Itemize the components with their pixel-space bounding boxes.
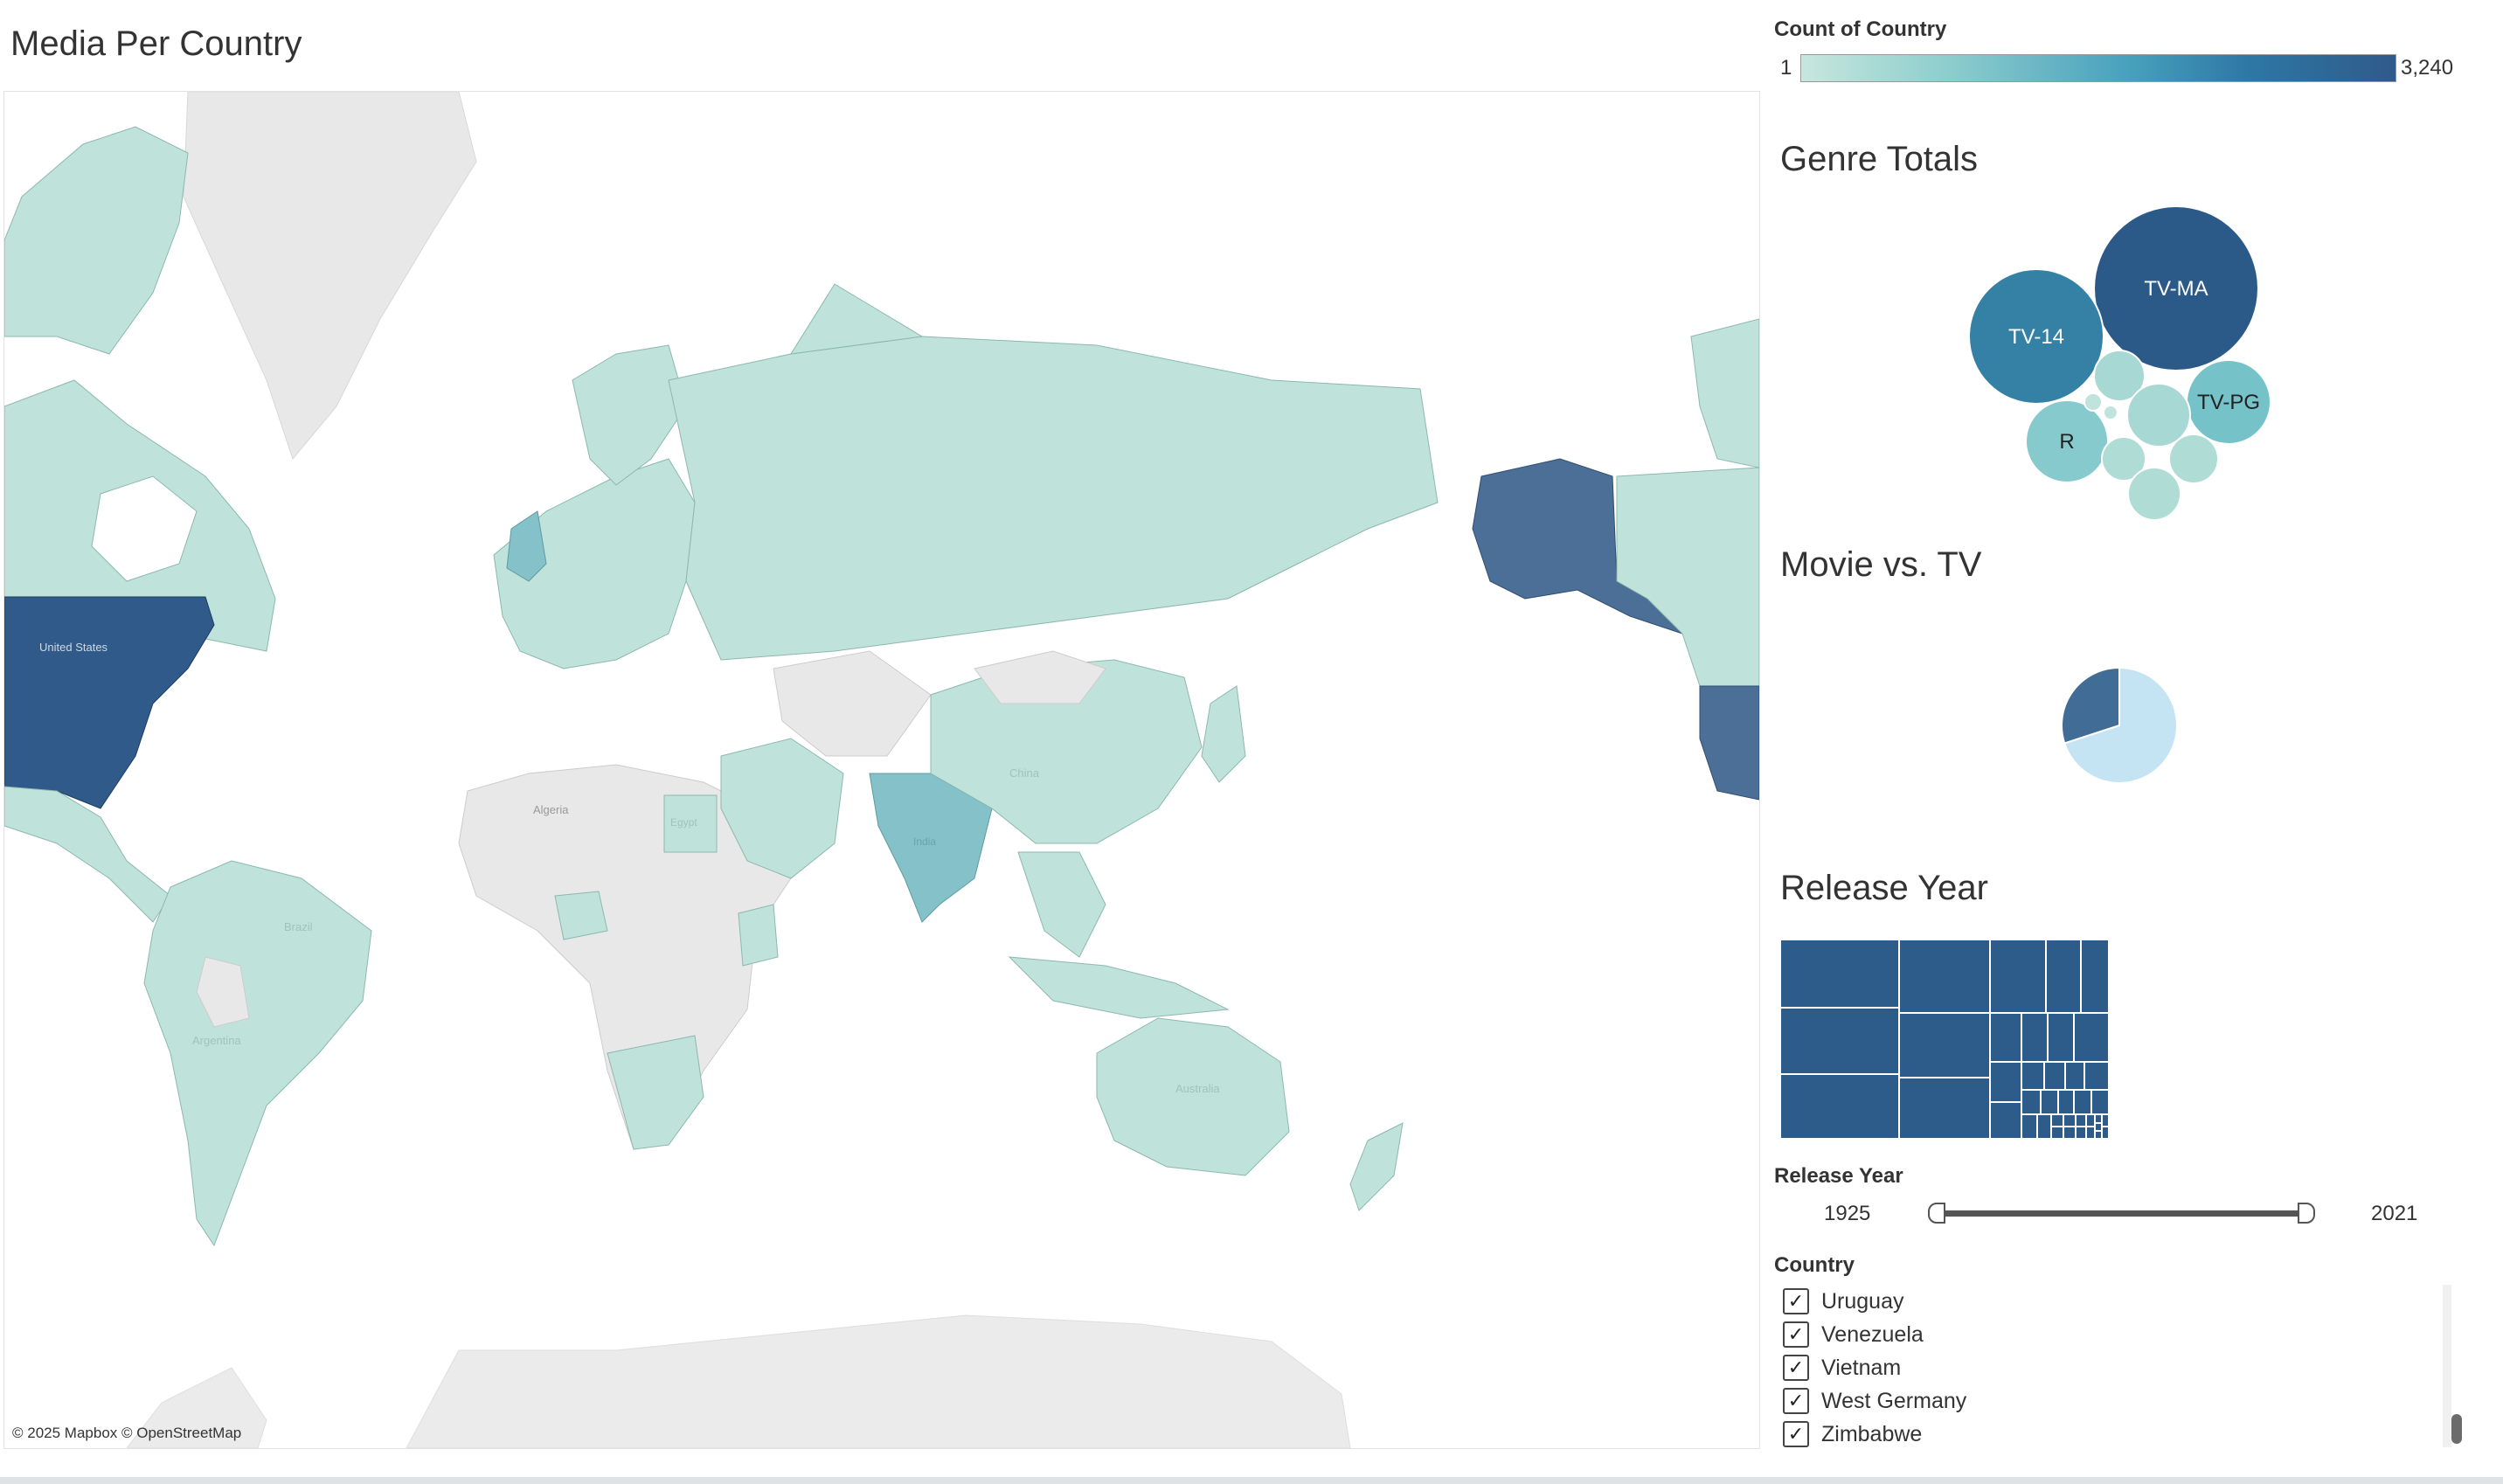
country-filter-label: West Germany	[1821, 1388, 1967, 1413]
genre-bubble-label: TV-14	[2008, 325, 2064, 349]
release-year-tile[interactable]	[2064, 1061, 2085, 1091]
country-filter-item[interactable]: ✓ Zimbabwe	[1783, 1418, 2447, 1451]
release-year-filter-label: Release Year	[1774, 1164, 1903, 1188]
release-year-min: 1925	[1824, 1202, 1871, 1225]
release-year-tile[interactable]	[1898, 1012, 1991, 1078]
release-year-tile[interactable]	[2075, 1126, 2087, 1139]
release-year-tile[interactable]	[2036, 1113, 2052, 1139]
release-year-tile[interactable]	[2094, 1130, 2103, 1139]
release-year-tile[interactable]	[1898, 940, 1991, 1014]
map-title: Media Per Country	[10, 24, 302, 63]
genre-bubble[interactable]	[2168, 433, 2219, 484]
checkbox[interactable]: ✓	[1783, 1288, 1809, 1314]
country-filter-list: ✓ Uruguay ✓ Venezuela ✓ Vietnam ✓ West G…	[1783, 1285, 2447, 1451]
country-filter-label: Venezuela	[1821, 1321, 1924, 1347]
release-year-title: Release Year	[1780, 869, 1988, 907]
map-label-egypt: Egypt	[670, 816, 697, 829]
genre-bubble-label: TV-PG	[2197, 391, 2260, 414]
release-year-tile[interactable]	[1989, 1061, 2022, 1103]
movie-vs-tv-pie[interactable]	[2045, 660, 2194, 791]
release-year-treemap[interactable]	[1780, 940, 2109, 1139]
legend-title: Count of Country	[1774, 17, 1947, 41]
release-year-tile[interactable]	[2084, 1061, 2109, 1091]
checkbox[interactable]: ✓	[1783, 1388, 1809, 1414]
release-year-tile[interactable]	[2090, 1089, 2109, 1115]
release-year-tile[interactable]	[2021, 1089, 2042, 1115]
release-year-tile[interactable]	[2047, 1012, 2075, 1063]
release-year-tile[interactable]	[2094, 1122, 2103, 1132]
release-year-tile[interactable]	[2021, 1061, 2045, 1091]
release-year-tile[interactable]	[2045, 940, 2082, 1014]
genre-bubble-label: TV-MA	[2144, 277, 2208, 301]
release-year-tile[interactable]	[1989, 1012, 2022, 1063]
country-filter-label: Uruguay	[1821, 1288, 1904, 1314]
release-year-tile[interactable]	[1989, 940, 2047, 1014]
release-year-tile[interactable]	[1780, 1007, 1900, 1075]
map-label-india: India	[913, 836, 936, 848]
genre-bubble[interactable]	[2127, 467, 2181, 521]
world-map-canvas[interactable]: United States Brazil Argentina Algeria E…	[4, 92, 1759, 1448]
release-year-tile[interactable]	[2063, 1126, 2077, 1139]
legend-max: 3,240	[2401, 56, 2454, 80]
country-filter-item[interactable]: ✓ Uruguay	[1783, 1285, 2447, 1318]
release-year-tile[interactable]	[2021, 1012, 2049, 1063]
map-label-china: China	[1009, 766, 1040, 780]
release-year-tile[interactable]	[2101, 1126, 2109, 1139]
checkbox[interactable]: ✓	[1783, 1355, 1809, 1381]
release-year-tile[interactable]	[2050, 1126, 2064, 1139]
release-year-slider-track[interactable]	[1934, 1210, 2305, 1217]
release-year-tile[interactable]	[2063, 1113, 2077, 1127]
map-label-algeria: Algeria	[533, 803, 569, 816]
country-filter-label: Vietnam	[1821, 1355, 1902, 1380]
release-year-tile[interactable]	[1780, 940, 1900, 1009]
release-year-tile[interactable]	[2050, 1113, 2064, 1127]
genre-bubble[interactable]	[2084, 392, 2103, 412]
release-year-tile[interactable]	[2057, 1089, 2075, 1115]
genre-totals-title: Genre Totals	[1780, 140, 1979, 178]
release-year-tile[interactable]	[1780, 1073, 1900, 1139]
release-year-tile[interactable]	[2073, 1089, 2092, 1115]
world-map[interactable]: United States Brazil Argentina Algeria E…	[3, 91, 1760, 1449]
bottom-bar	[0, 1477, 2503, 1484]
map-attribution: © 2025 Mapbox © OpenStreetMap	[12, 1425, 242, 1441]
genre-bubble-label: R	[2059, 430, 2074, 454]
country-filter-scrollbar[interactable]	[2443, 1285, 2451, 1447]
map-label-brazil: Brazil	[284, 920, 313, 933]
country-filter-item[interactable]: ✓ Vietnam	[1783, 1351, 2447, 1384]
release-year-tile[interactable]	[2075, 1113, 2087, 1127]
checkbox[interactable]: ✓	[1783, 1321, 1809, 1348]
legend-color-ramp	[1800, 54, 2396, 82]
legend-min: 1	[1780, 56, 1792, 80]
release-year-tile[interactable]	[2021, 1113, 2038, 1139]
movie-vs-tv-title: Movie vs. TV	[1780, 545, 1982, 584]
country-filter-item[interactable]: ✓ Venezuela	[1783, 1318, 2447, 1351]
genre-bubble[interactable]	[2103, 405, 2118, 420]
map-label-united-states: United States	[39, 641, 108, 654]
country-filter-scroll-thumb[interactable]	[2451, 1414, 2462, 1444]
release-year-max-handle[interactable]	[2298, 1203, 2315, 1224]
release-year-tile[interactable]	[1898, 1077, 1991, 1139]
release-year-tile[interactable]	[2080, 940, 2109, 1014]
release-year-tile[interactable]	[1989, 1101, 2022, 1139]
release-year-min-handle[interactable]	[1928, 1203, 1945, 1224]
release-year-tile[interactable]	[2085, 1126, 2096, 1139]
release-year-tile[interactable]	[2101, 1113, 2109, 1127]
country-filter-title: Country	[1774, 1253, 1855, 1277]
country-filter-item[interactable]: ✓ West Germany	[1783, 1384, 2447, 1418]
release-year-max: 2021	[2371, 1202, 2418, 1225]
release-year-tile[interactable]	[2073, 1012, 2109, 1063]
region-nigeria	[554, 891, 608, 940]
release-year-tile[interactable]	[2094, 1113, 2103, 1124]
country-filter-label: Zimbabwe	[1821, 1421, 1923, 1446]
region-kenya	[738, 904, 779, 967]
genre-bubble-chart[interactable]: TV-MA TV-14 TV-PG R	[1923, 192, 2290, 533]
release-year-tile[interactable]	[2085, 1113, 2096, 1127]
map-label-argentina: Argentina	[192, 1034, 241, 1047]
checkbox[interactable]: ✓	[1783, 1421, 1809, 1447]
map-label-australia: Australia	[1175, 1082, 1220, 1095]
release-year-tile[interactable]	[2043, 1061, 2066, 1091]
release-year-tile[interactable]	[2040, 1089, 2059, 1115]
